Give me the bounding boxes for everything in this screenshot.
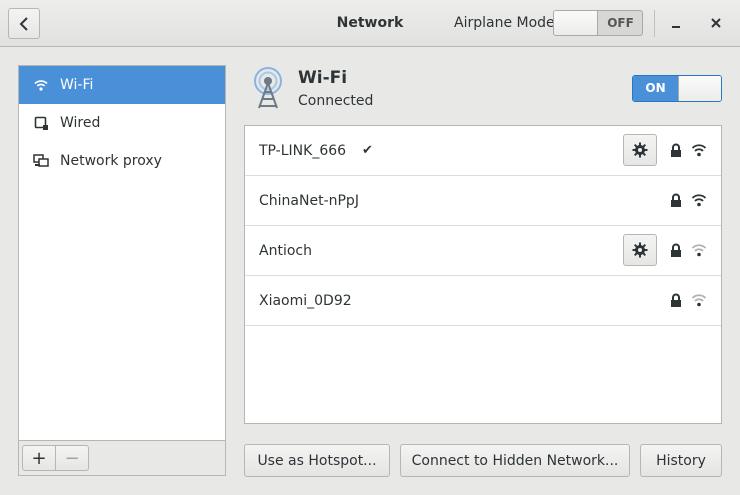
- signal-weak-icon: [691, 244, 707, 257]
- wifi-toggle-switch[interactable]: ON: [632, 75, 722, 102]
- lock-icon: [671, 293, 681, 307]
- connected-check-icon: ✔: [362, 143, 373, 158]
- minimize-button[interactable]: [666, 13, 686, 33]
- wireless-tower-icon: [254, 67, 282, 109]
- header-bar: Network Airplane Mode OFF: [0, 0, 740, 47]
- remove-connection-button[interactable]: −: [55, 445, 89, 471]
- add-connection-button[interactable]: +: [22, 445, 56, 471]
- wifi-status: Connected: [298, 93, 374, 109]
- header-separator: [654, 10, 655, 37]
- back-button[interactable]: [8, 8, 40, 39]
- sidebar-item-label: Network proxy: [60, 153, 162, 169]
- close-icon: [711, 18, 721, 28]
- switch-knob: [554, 11, 598, 35]
- network-settings-button[interactable]: [623, 234, 657, 266]
- sidebar-item-label: Wi-Fi: [60, 77, 94, 93]
- sidebar-item-network-proxy[interactable]: Network proxy: [19, 142, 225, 180]
- switch-knob: [678, 76, 721, 101]
- sidebar-toolbar: + −: [19, 440, 225, 475]
- wifi-title: Wi-Fi: [298, 68, 348, 88]
- airplane-mode-state: OFF: [607, 16, 634, 30]
- wifi-icon: [33, 77, 49, 93]
- sidebar-item-wifi[interactable]: Wi-Fi: [19, 66, 225, 104]
- sidebar: Wi-Fi Wired Network proxy + −: [18, 65, 226, 476]
- network-proxy-icon: [33, 153, 49, 169]
- network-row-antioch[interactable]: Antioch: [245, 226, 721, 276]
- connect-hidden-network-button[interactable]: Connect to Hidden Network...: [400, 444, 630, 477]
- network-row-tp-link-666[interactable]: TP-LINK_666 ✔: [245, 126, 721, 176]
- network-row-xiaomi-0d92[interactable]: Xiaomi_0D92: [245, 276, 721, 326]
- network-name: ChinaNet-nPpJ: [259, 193, 359, 209]
- wired-icon: [33, 115, 49, 131]
- network-row-chinanet-nppj[interactable]: ChinaNet-nPpJ: [245, 176, 721, 226]
- signal-strong-icon: [691, 144, 707, 157]
- network-name: Antioch: [259, 243, 312, 259]
- airplane-mode-label: Airplane Mode: [454, 15, 555, 31]
- network-list: TP-LINK_666 ✔ ChinaNet-nPpJ Antioch Xiao…: [244, 125, 722, 424]
- airplane-mode-switch[interactable]: OFF: [553, 10, 643, 36]
- signal-strong-icon: [691, 194, 707, 207]
- close-button[interactable]: [706, 13, 726, 33]
- signal-weak-icon: [691, 294, 707, 307]
- lock-icon: [671, 193, 681, 207]
- gear-icon: [632, 142, 648, 158]
- history-button[interactable]: History: [640, 444, 722, 477]
- chevron-left-icon: [19, 16, 28, 31]
- network-name: Xiaomi_0D92: [259, 293, 352, 309]
- network-settings-button[interactable]: [623, 134, 657, 166]
- network-name: TP-LINK_666: [259, 143, 347, 159]
- sidebar-item-wired[interactable]: Wired: [19, 104, 225, 142]
- minimize-icon: [672, 26, 680, 28]
- gear-icon: [632, 242, 648, 258]
- sidebar-item-label: Wired: [60, 115, 101, 131]
- wifi-switch-state: ON: [633, 76, 678, 101]
- lock-icon: [671, 143, 681, 157]
- use-as-hotspot-button[interactable]: Use as Hotspot...: [244, 444, 390, 477]
- lock-icon: [671, 243, 681, 257]
